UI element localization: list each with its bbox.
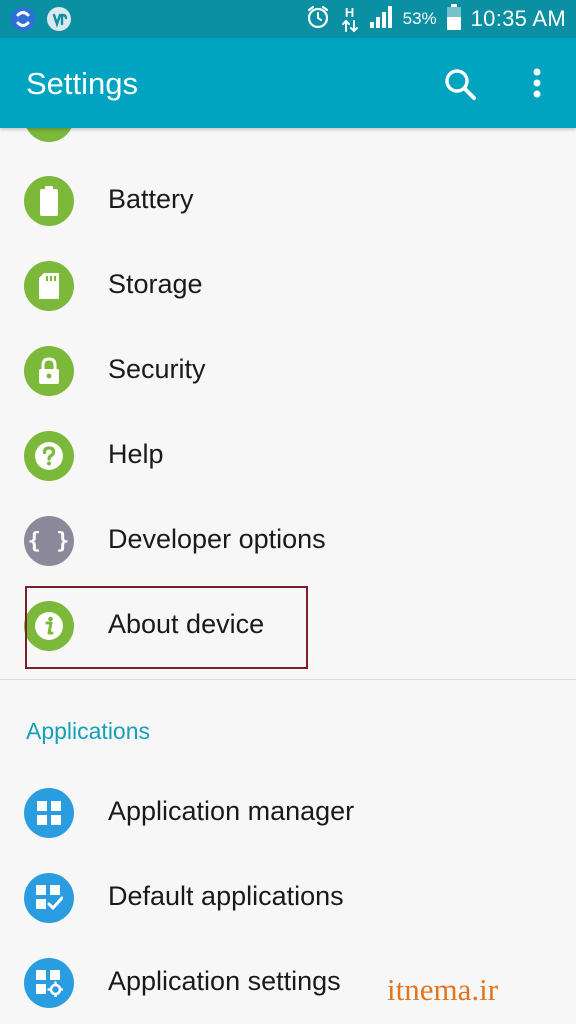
- search-icon: [445, 69, 476, 100]
- highlight-box: [25, 586, 308, 669]
- status-left-icons: [10, 6, 72, 32]
- data-transfer-icon: H: [341, 6, 359, 33]
- notification-app-icon: [46, 6, 72, 32]
- network-type-text: H: [344, 4, 355, 20]
- status-time: 10:35 AM: [470, 6, 566, 31]
- signal-icon: [369, 5, 393, 34]
- list-item-label: Default applications: [108, 881, 344, 911]
- sync-app-icon: [10, 6, 36, 32]
- app-grid-icon: [24, 788, 74, 838]
- app-grid-check-icon: [24, 873, 74, 923]
- list-item-security[interactable]: Security: [0, 329, 576, 414]
- list-item-default-applications[interactable]: Default applications: [0, 856, 576, 941]
- list-item-help[interactable]: Help: [0, 414, 576, 499]
- list-item-label: Application manager: [108, 796, 355, 826]
- more-options-icon: [533, 68, 541, 98]
- status-bar: H 53% 10:35 AM: [0, 0, 576, 38]
- list-item-label: Storage: [108, 269, 203, 299]
- list-item-label: Application settings: [108, 966, 341, 996]
- braces-icon: { }: [24, 516, 74, 566]
- list-item-label: Developer options: [108, 524, 326, 554]
- section-header-applications: Applications: [26, 718, 151, 744]
- list-item-developer-options[interactable]: { } Developer options: [0, 499, 576, 584]
- list-item-application-manager[interactable]: Application manager: [0, 771, 576, 856]
- app-bar: Settings: [0, 38, 576, 128]
- status-right: H 53% 10:35 AM: [305, 0, 566, 38]
- partial-item-icon: [24, 128, 74, 142]
- lock-icon: [24, 346, 74, 396]
- battery-icon: [446, 3, 461, 35]
- alarm-icon: [305, 4, 331, 35]
- more-options-button[interactable]: [522, 64, 552, 104]
- list-item-storage[interactable]: Storage: [0, 244, 576, 329]
- settings-list[interactable]: Battery Storage Security Help {} Develo…: [0, 128, 576, 1024]
- watermark: itnema.ir: [387, 972, 499, 1007]
- search-button[interactable]: [440, 64, 480, 104]
- battery-percent: 53%: [402, 9, 437, 28]
- list-item-battery[interactable]: Battery: [0, 159, 576, 244]
- list-item-label: Security: [108, 354, 206, 384]
- page-title: Settings: [26, 66, 139, 101]
- app-grid-gear-icon: [24, 958, 74, 1008]
- battery-icon: [24, 176, 74, 226]
- help-icon: [24, 431, 74, 481]
- list-item-label: Help: [108, 439, 164, 469]
- list-item-label: Battery: [108, 184, 194, 214]
- sd-card-icon: [24, 261, 74, 311]
- section-divider: [0, 679, 576, 680]
